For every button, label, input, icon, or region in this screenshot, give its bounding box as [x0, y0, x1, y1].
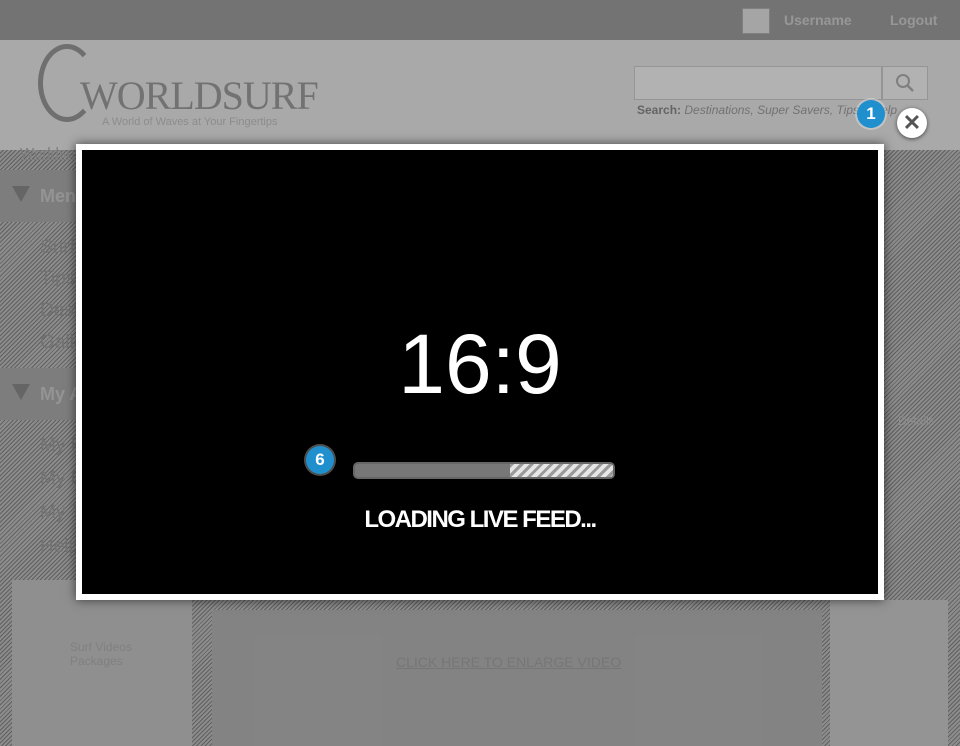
- loading-progress-bar: [353, 462, 615, 479]
- video-screen[interactable]: 16:9 LOADING LIVE FEED...: [82, 150, 878, 594]
- close-modal-button[interactable]: ✕: [897, 108, 927, 138]
- loading-text: LOADING LIVE FEED...: [364, 506, 597, 533]
- annotation-badge-1: 1: [857, 100, 885, 128]
- video-modal: 16:9 LOADING LIVE FEED...: [76, 144, 884, 600]
- progress-remaining: [509, 464, 613, 477]
- aspect-ratio-label: 16:9: [398, 317, 562, 411]
- annotation-badge-6: 6: [306, 446, 334, 474]
- close-icon: ✕: [902, 110, 922, 135]
